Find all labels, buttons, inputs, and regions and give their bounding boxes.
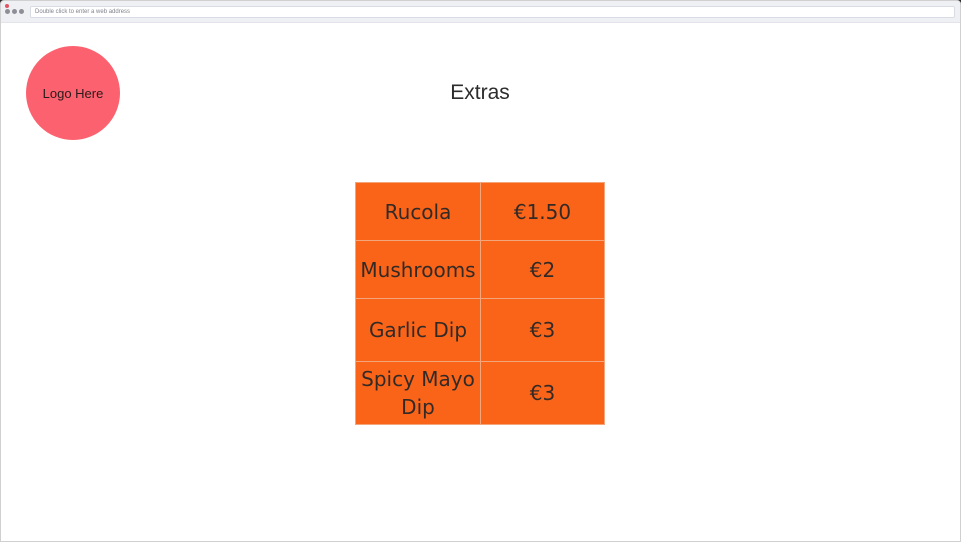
table-row: Spicy Mayo Dip €3 [355, 361, 605, 425]
zoom-dot-icon[interactable] [12, 9, 17, 14]
extra-name: Rucola [355, 182, 481, 241]
browser-window: Double click to enter a web address Logo… [0, 0, 961, 542]
table-row: Rucola €1.50 [355, 182, 605, 241]
logo-label: Logo Here [42, 85, 104, 101]
extra-price: €3 [480, 361, 605, 425]
menu-dot-icon[interactable] [19, 9, 24, 14]
extra-name: Mushrooms [355, 240, 481, 299]
table-row: Garlic Dip €3 [355, 298, 605, 362]
close-dot-icon[interactable] [5, 4, 9, 8]
page-title: Extras [450, 81, 510, 104]
minimize-dot-icon[interactable] [5, 9, 10, 14]
extra-price: €2 [480, 240, 605, 299]
extras-table: Rucola €1.50 Mushrooms €2 Garlic Dip €3 … [355, 182, 605, 425]
extra-name: Garlic Dip [355, 298, 481, 362]
logo: Logo Here [26, 46, 120, 140]
extra-price: €1.50 [480, 182, 605, 241]
extra-name: Spicy Mayo Dip [355, 361, 481, 425]
window-controls [5, 4, 26, 14]
browser-toolbar: Double click to enter a web address [1, 1, 960, 23]
extra-price: €3 [480, 298, 605, 362]
table-row: Mushrooms €2 [355, 240, 605, 299]
address-bar[interactable]: Double click to enter a web address [30, 6, 955, 18]
